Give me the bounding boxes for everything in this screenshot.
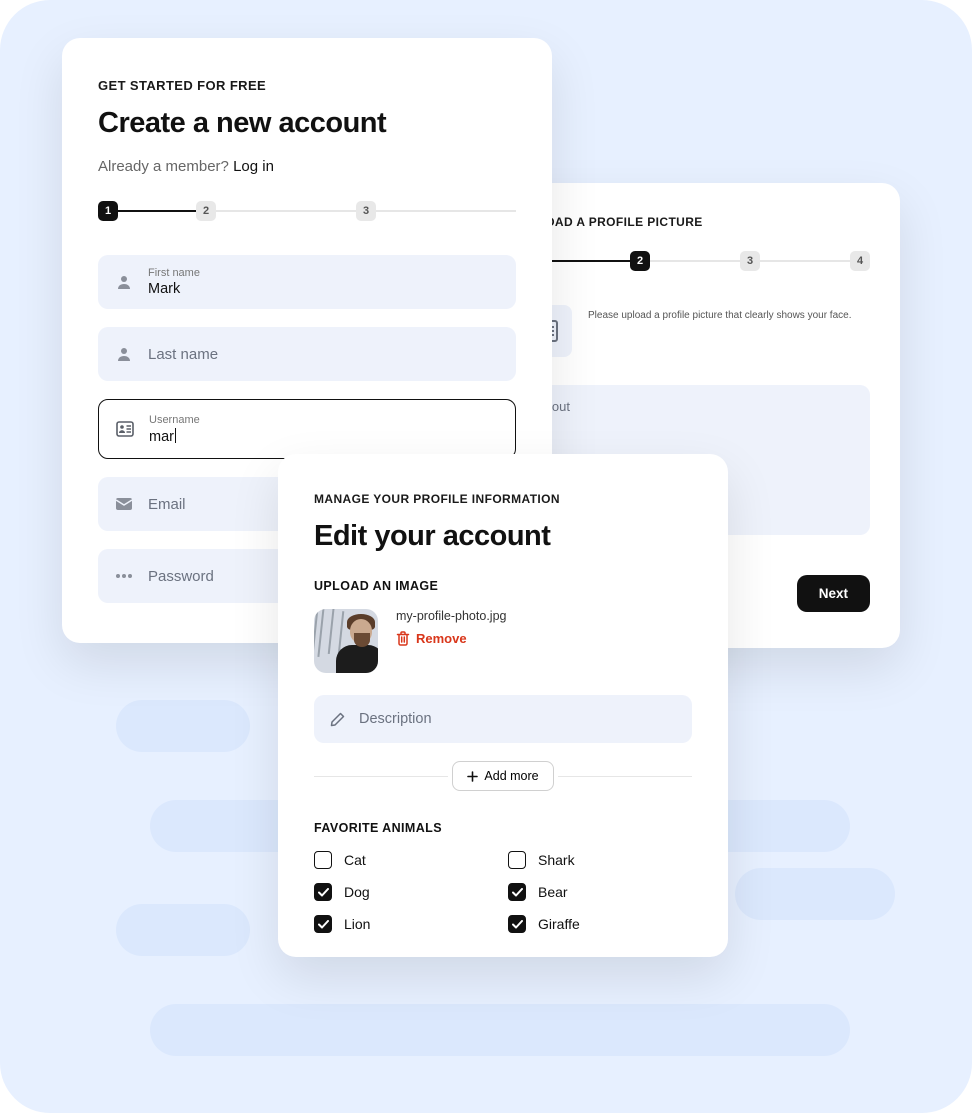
add-more-button[interactable]: Add more (452, 761, 553, 791)
text-cursor (175, 428, 176, 443)
bg-decoration (735, 868, 895, 920)
divider (314, 776, 448, 777)
step-1[interactable]: 1 (98, 201, 118, 221)
plus-icon (467, 771, 478, 782)
checkbox[interactable] (314, 883, 332, 901)
checkbox-label: Giraffe (538, 916, 580, 932)
upload-heading: UPLOAD A PROFILE PICTURE (520, 215, 870, 229)
animal-checkbox-grid: Cat Shark Dog Bear Lion Giraffe (314, 851, 692, 933)
divider (558, 776, 692, 777)
checkbox-label: Shark (538, 852, 575, 868)
username-field[interactable]: Username mar (98, 399, 516, 459)
bg-decoration (116, 700, 250, 752)
step-2[interactable]: 2 (196, 201, 216, 221)
checkbox-item-bear[interactable]: Bear (508, 883, 692, 901)
description-placeholder: Description (359, 711, 432, 727)
id-card-icon (115, 419, 135, 439)
add-more-label: Add more (484, 769, 538, 783)
step-line (540, 260, 630, 262)
firstname-field[interactable]: First name Mark (98, 255, 516, 309)
person-icon (114, 344, 134, 364)
pencil-icon (330, 712, 345, 727)
checkbox-label: Dog (344, 884, 370, 900)
password-placeholder: Password (148, 568, 214, 585)
step-3[interactable]: 3 (356, 201, 376, 221)
email-placeholder: Email (148, 496, 186, 513)
step-line (760, 260, 850, 262)
step-line (216, 210, 356, 212)
person-icon (114, 272, 134, 292)
checkbox[interactable] (314, 915, 332, 933)
remove-label: Remove (416, 631, 467, 646)
create-title: Create a new account (98, 107, 516, 140)
step-line (118, 210, 196, 212)
step-line (376, 210, 516, 212)
checkbox[interactable] (508, 883, 526, 901)
checkbox-item-shark[interactable]: Shark (508, 851, 692, 869)
step-4[interactable]: 4 (850, 251, 870, 271)
bg-decoration (116, 904, 250, 956)
next-button-label: Next (819, 586, 848, 601)
checkbox-item-lion[interactable]: Lion (314, 915, 498, 933)
avatar[interactable] (314, 609, 378, 673)
firstname-value: Mark (148, 281, 200, 297)
filename-text: my-profile-photo.jpg (396, 609, 506, 623)
checkbox[interactable] (314, 851, 332, 869)
edit-title: Edit your account (314, 520, 692, 553)
create-eyebrow: GET STARTED FOR FREE (98, 78, 516, 93)
checkbox[interactable] (508, 915, 526, 933)
upload-note: Please upload a profile picture that cle… (588, 305, 851, 323)
checkbox-item-dog[interactable]: Dog (314, 883, 498, 901)
checkbox-label: Bear (538, 884, 568, 900)
username-value: mar (149, 429, 174, 445)
step-3[interactable]: 3 (740, 251, 760, 271)
edit-eyebrow: MANAGE YOUR PROFILE INFORMATION (314, 492, 692, 506)
upload-image-heading: UPLOAD AN IMAGE (314, 579, 692, 593)
next-button[interactable]: Next (797, 575, 870, 612)
lastname-field[interactable]: Last name (98, 327, 516, 381)
edit-account-card: MANAGE YOUR PROFILE INFORMATION Edit you… (278, 454, 728, 957)
username-label: Username (149, 414, 200, 426)
step-line (650, 260, 740, 262)
checkbox[interactable] (508, 851, 526, 869)
already-member-text: Already a member? (98, 158, 233, 175)
step-2[interactable]: 2 (630, 251, 650, 271)
trash-icon (396, 631, 410, 646)
remove-button[interactable]: Remove (396, 631, 506, 646)
checkbox-item-cat[interactable]: Cat (314, 851, 498, 869)
mail-icon (114, 494, 134, 514)
firstname-label: First name (148, 267, 200, 279)
password-dots-icon (114, 566, 134, 586)
description-field[interactable]: Description (314, 695, 692, 743)
checkbox-item-giraffe[interactable]: Giraffe (508, 915, 692, 933)
checkbox-label: Cat (344, 852, 366, 868)
bg-decoration (150, 1004, 850, 1056)
lastname-placeholder: Last name (148, 346, 218, 363)
favorite-animals-heading: FAVORITE ANIMALS (314, 821, 692, 835)
upload-stepper: 1 2 3 4 (520, 251, 870, 271)
checkbox-label: Lion (344, 916, 370, 932)
create-stepper: 1 2 3 (98, 201, 516, 221)
login-link[interactable]: Log in (233, 158, 274, 175)
